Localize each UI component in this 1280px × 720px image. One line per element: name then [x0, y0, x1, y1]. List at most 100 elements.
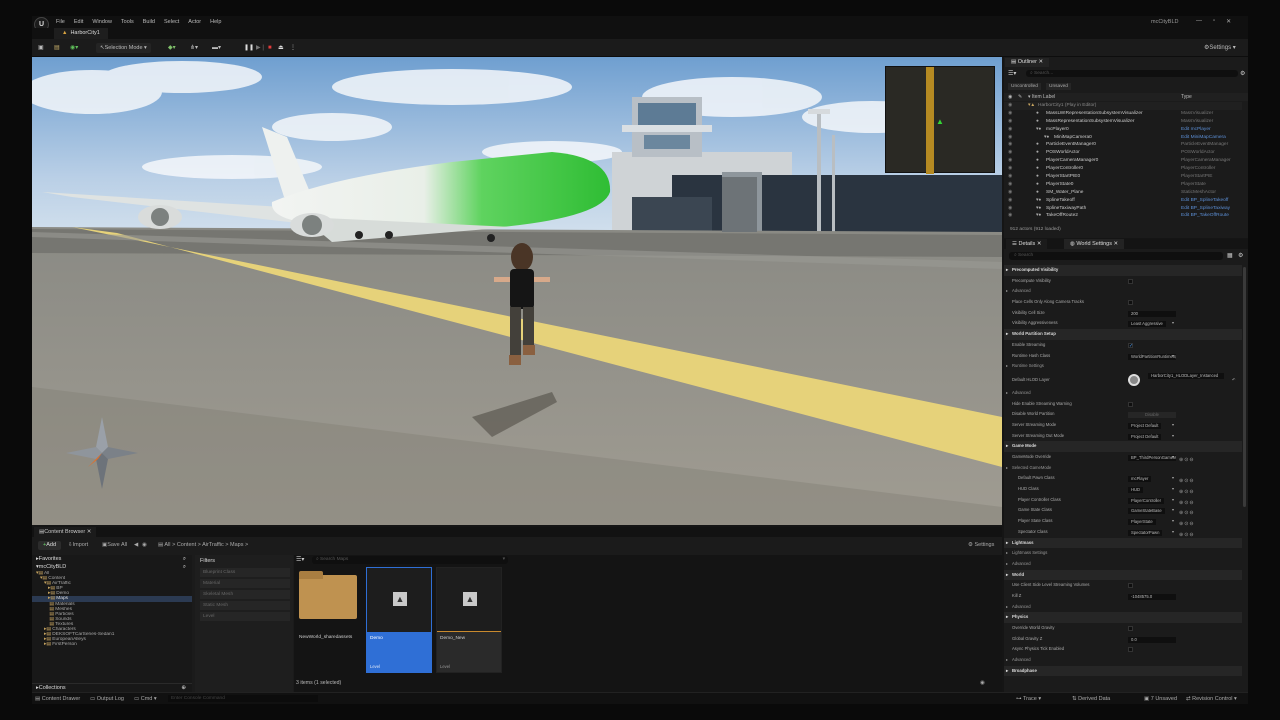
- visibility-eye-icon[interactable]: ◉: [1008, 93, 1012, 101]
- visibility-eye-icon[interactable]: ◉: [1008, 157, 1012, 165]
- dropdown-select[interactable]: HUD: [1128, 487, 1144, 494]
- outliner-search-input[interactable]: ⌕ Search...: [1026, 70, 1238, 77]
- expand-arrow-icon[interactable]: ▸: [1006, 265, 1008, 276]
- outliner-row[interactable]: ◉ ● PlayerState0 PlayerState: [1004, 181, 1242, 189]
- blueprints-icon[interactable]: ⋔▾: [190, 43, 198, 53]
- value-input[interactable]: -1048575.0: [1128, 593, 1176, 600]
- dropdown-select[interactable]: WorldPartitionRuntimeSpatialHash: [1128, 353, 1176, 360]
- chevron-down-icon[interactable]: ▾: [1172, 420, 1174, 431]
- folder-firstperson[interactable]: ▸▤ FirstPerson: [32, 642, 192, 647]
- section-header[interactable]: ▸ Game Mode: [1004, 441, 1242, 452]
- checkbox[interactable]: [1128, 647, 1133, 653]
- filter-icon[interactable]: ☰▾: [296, 556, 304, 563]
- filter-static-mesh[interactable]: Static Mesh: [200, 601, 290, 610]
- revision-control-button[interactable]: ⇄ Revision Control ▾: [1186, 696, 1237, 702]
- dropdown-select[interactable]: PlayerState: [1128, 519, 1156, 526]
- menu-tools[interactable]: Tools: [121, 19, 134, 25]
- expand-arrow-icon[interactable]: ▸: [1006, 463, 1008, 474]
- expand-arrow-icon[interactable]: ▸: [1006, 666, 1008, 677]
- chevron-down-icon[interactable]: ▾: [1172, 495, 1174, 506]
- checkbox[interactable]: ✓: [1128, 342, 1133, 348]
- import-button[interactable]: ⇩ Import: [68, 541, 88, 550]
- visibility-eye-icon[interactable]: ◉: [1008, 126, 1012, 134]
- visibility-eye-icon[interactable]: ◉: [1008, 189, 1012, 197]
- details-scrollbar[interactable]: [1243, 267, 1246, 507]
- edit-blueprint-link[interactable]: Edit BP_SplineTaxiway: [1181, 205, 1230, 213]
- chevron-down-icon[interactable]: ▾: [1172, 516, 1174, 527]
- menu-select[interactable]: Select: [164, 19, 179, 25]
- dropdown-select[interactable]: SpectatorPawn: [1128, 529, 1163, 536]
- derived-data-button[interactable]: ⇅ Derived Data: [1072, 696, 1110, 702]
- outliner-view-icon[interactable]: ⚙: [1240, 70, 1245, 77]
- section-header[interactable]: ▸ World: [1004, 569, 1242, 581]
- checkbox[interactable]: [1128, 401, 1133, 407]
- property-matrix-icon[interactable]: ▦: [1227, 252, 1233, 259]
- expand-arrow-icon[interactable]: ▸: [1006, 538, 1008, 549]
- dropdown-select[interactable]: Project Default: [1128, 422, 1162, 429]
- view-options-icon[interactable]: ◉: [980, 680, 985, 686]
- visibility-eye-icon[interactable]: ◉: [1008, 134, 1012, 142]
- filter-tag-uncontrolled[interactable]: Uncontrolled: [1008, 83, 1041, 90]
- section-header[interactable]: ▸ Precomputed Visibility: [1004, 265, 1242, 276]
- outliner-row[interactable]: ◉ ▾● MiniMapCamera0 Edit MiniMapCamera: [1004, 134, 1242, 142]
- cinematics-icon[interactable]: ▬▾: [212, 43, 221, 53]
- menu-help[interactable]: Help: [210, 19, 221, 25]
- content-drawer-button[interactable]: ▤ Content Drawer: [35, 696, 80, 702]
- item-label-header[interactable]: ▾ Item Label: [1028, 93, 1055, 101]
- breadcrumb-all[interactable]: All: [164, 542, 170, 548]
- outliner-row[interactable]: ◉ ● PlayerStartPIE0 PlayerStartPIE: [1004, 173, 1242, 181]
- favorites-header[interactable]: ▸ Favorites ⌕: [32, 555, 192, 563]
- chevron-down-icon[interactable]: ▾: [1172, 473, 1174, 484]
- visibility-eye-icon[interactable]: ◉: [1008, 165, 1012, 173]
- checkbox[interactable]: [1128, 300, 1133, 306]
- edit-blueprint-link[interactable]: Edit mcPlayer: [1181, 126, 1211, 134]
- visibility-eye-icon[interactable]: ◉: [1008, 205, 1012, 213]
- subsection-header[interactable]: ▸ Advanced: [1004, 655, 1242, 666]
- outliner-row[interactable]: ◉ ▾● SplineTaxiwayPath Edit BP_SplineTaxiwa…: [1004, 205, 1242, 213]
- dropdown-select[interactable]: PlayerController: [1128, 497, 1165, 504]
- history-forward-icon[interactable]: ◉: [142, 541, 147, 550]
- menu-build[interactable]: Build: [143, 19, 155, 25]
- subsection-header[interactable]: ▸ Selected GameMode: [1004, 463, 1242, 474]
- outliner-row[interactable]: ◉ ● POSWorldActor POSWorldActor: [1004, 149, 1242, 157]
- close-tab-icon[interactable]: ✕: [1039, 59, 1044, 65]
- chevron-down-icon[interactable]: ▾: [1172, 452, 1174, 463]
- add-collection-icon[interactable]: ⊕: [181, 685, 186, 691]
- add-actor-icon[interactable]: ☰▾: [1008, 70, 1016, 77]
- details-settings-icon[interactable]: ⚙: [1238, 252, 1243, 259]
- dropdown-select[interactable]: BP_ThirdPersonGameMode: [1128, 455, 1176, 461]
- outliner-row[interactable]: ◉ ▾● TakeOffRoute2 Edit BP_TakeOffRoute: [1004, 212, 1242, 220]
- expand-arrow-icon[interactable]: ▸: [1006, 655, 1008, 666]
- breadcrumb-maps[interactable]: Maps: [230, 542, 243, 548]
- asset-tile-demo-new[interactable]: ▲ Demo_New Level: [436, 567, 502, 673]
- outliner-row[interactable]: ◉ ● PlayerController0 PlayerController: [1004, 165, 1242, 173]
- visibility-eye-icon[interactable]: ◉: [1008, 118, 1012, 126]
- output-log-button[interactable]: ▭ Output Log: [90, 696, 124, 702]
- menu-window[interactable]: Window: [92, 19, 112, 25]
- reset-icon[interactable]: ↶: [1232, 372, 1236, 388]
- outliner-row[interactable]: ◉ ▾▲ HarborCity1 (Play in Editor): [1004, 102, 1242, 110]
- subsection-header[interactable]: ▸ Advanced: [1004, 602, 1242, 613]
- outliner-row[interactable]: ◉ ● PlayerCameraManager0 PlayerCameraManage…: [1004, 157, 1242, 165]
- save-all-button[interactable]: ▣ Save All: [102, 541, 127, 550]
- expand-arrow-icon[interactable]: ▸: [1006, 559, 1008, 570]
- expand-arrow-icon[interactable]: ▸: [1006, 612, 1008, 623]
- section-header[interactable]: ▸ Physics: [1004, 612, 1242, 623]
- expand-arrow-icon[interactable]: ▸: [1006, 286, 1008, 297]
- collections-header[interactable]: ▸ Collections ⊕: [32, 683, 192, 692]
- breadcrumb-content[interactable]: Content: [177, 542, 196, 548]
- minimize-icon[interactable]: —: [1196, 18, 1202, 25]
- close-tab-icon[interactable]: ✕: [87, 529, 92, 535]
- stop-icon[interactable]: ■: [268, 43, 272, 53]
- edit-blueprint-link[interactable]: Edit MiniMapCamera: [1181, 134, 1226, 142]
- subsection-header[interactable]: ▸ Advanced: [1004, 388, 1242, 399]
- property-button[interactable]: Disable: [1128, 412, 1176, 419]
- menu-actor[interactable]: Actor: [188, 19, 201, 25]
- project-root-header[interactable]: ▾ mcCityBLD ⌕: [32, 563, 192, 571]
- expand-arrow-icon[interactable]: ▸: [1006, 602, 1008, 613]
- checkbox[interactable]: [1128, 583, 1133, 589]
- expand-arrow-icon[interactable]: ▸: [1006, 329, 1008, 340]
- cb-settings-button[interactable]: ⚙ Settings: [968, 541, 994, 550]
- expand-arrow-icon[interactable]: ▸: [1006, 570, 1008, 581]
- tree-search-icon[interactable]: ⌕: [183, 564, 186, 571]
